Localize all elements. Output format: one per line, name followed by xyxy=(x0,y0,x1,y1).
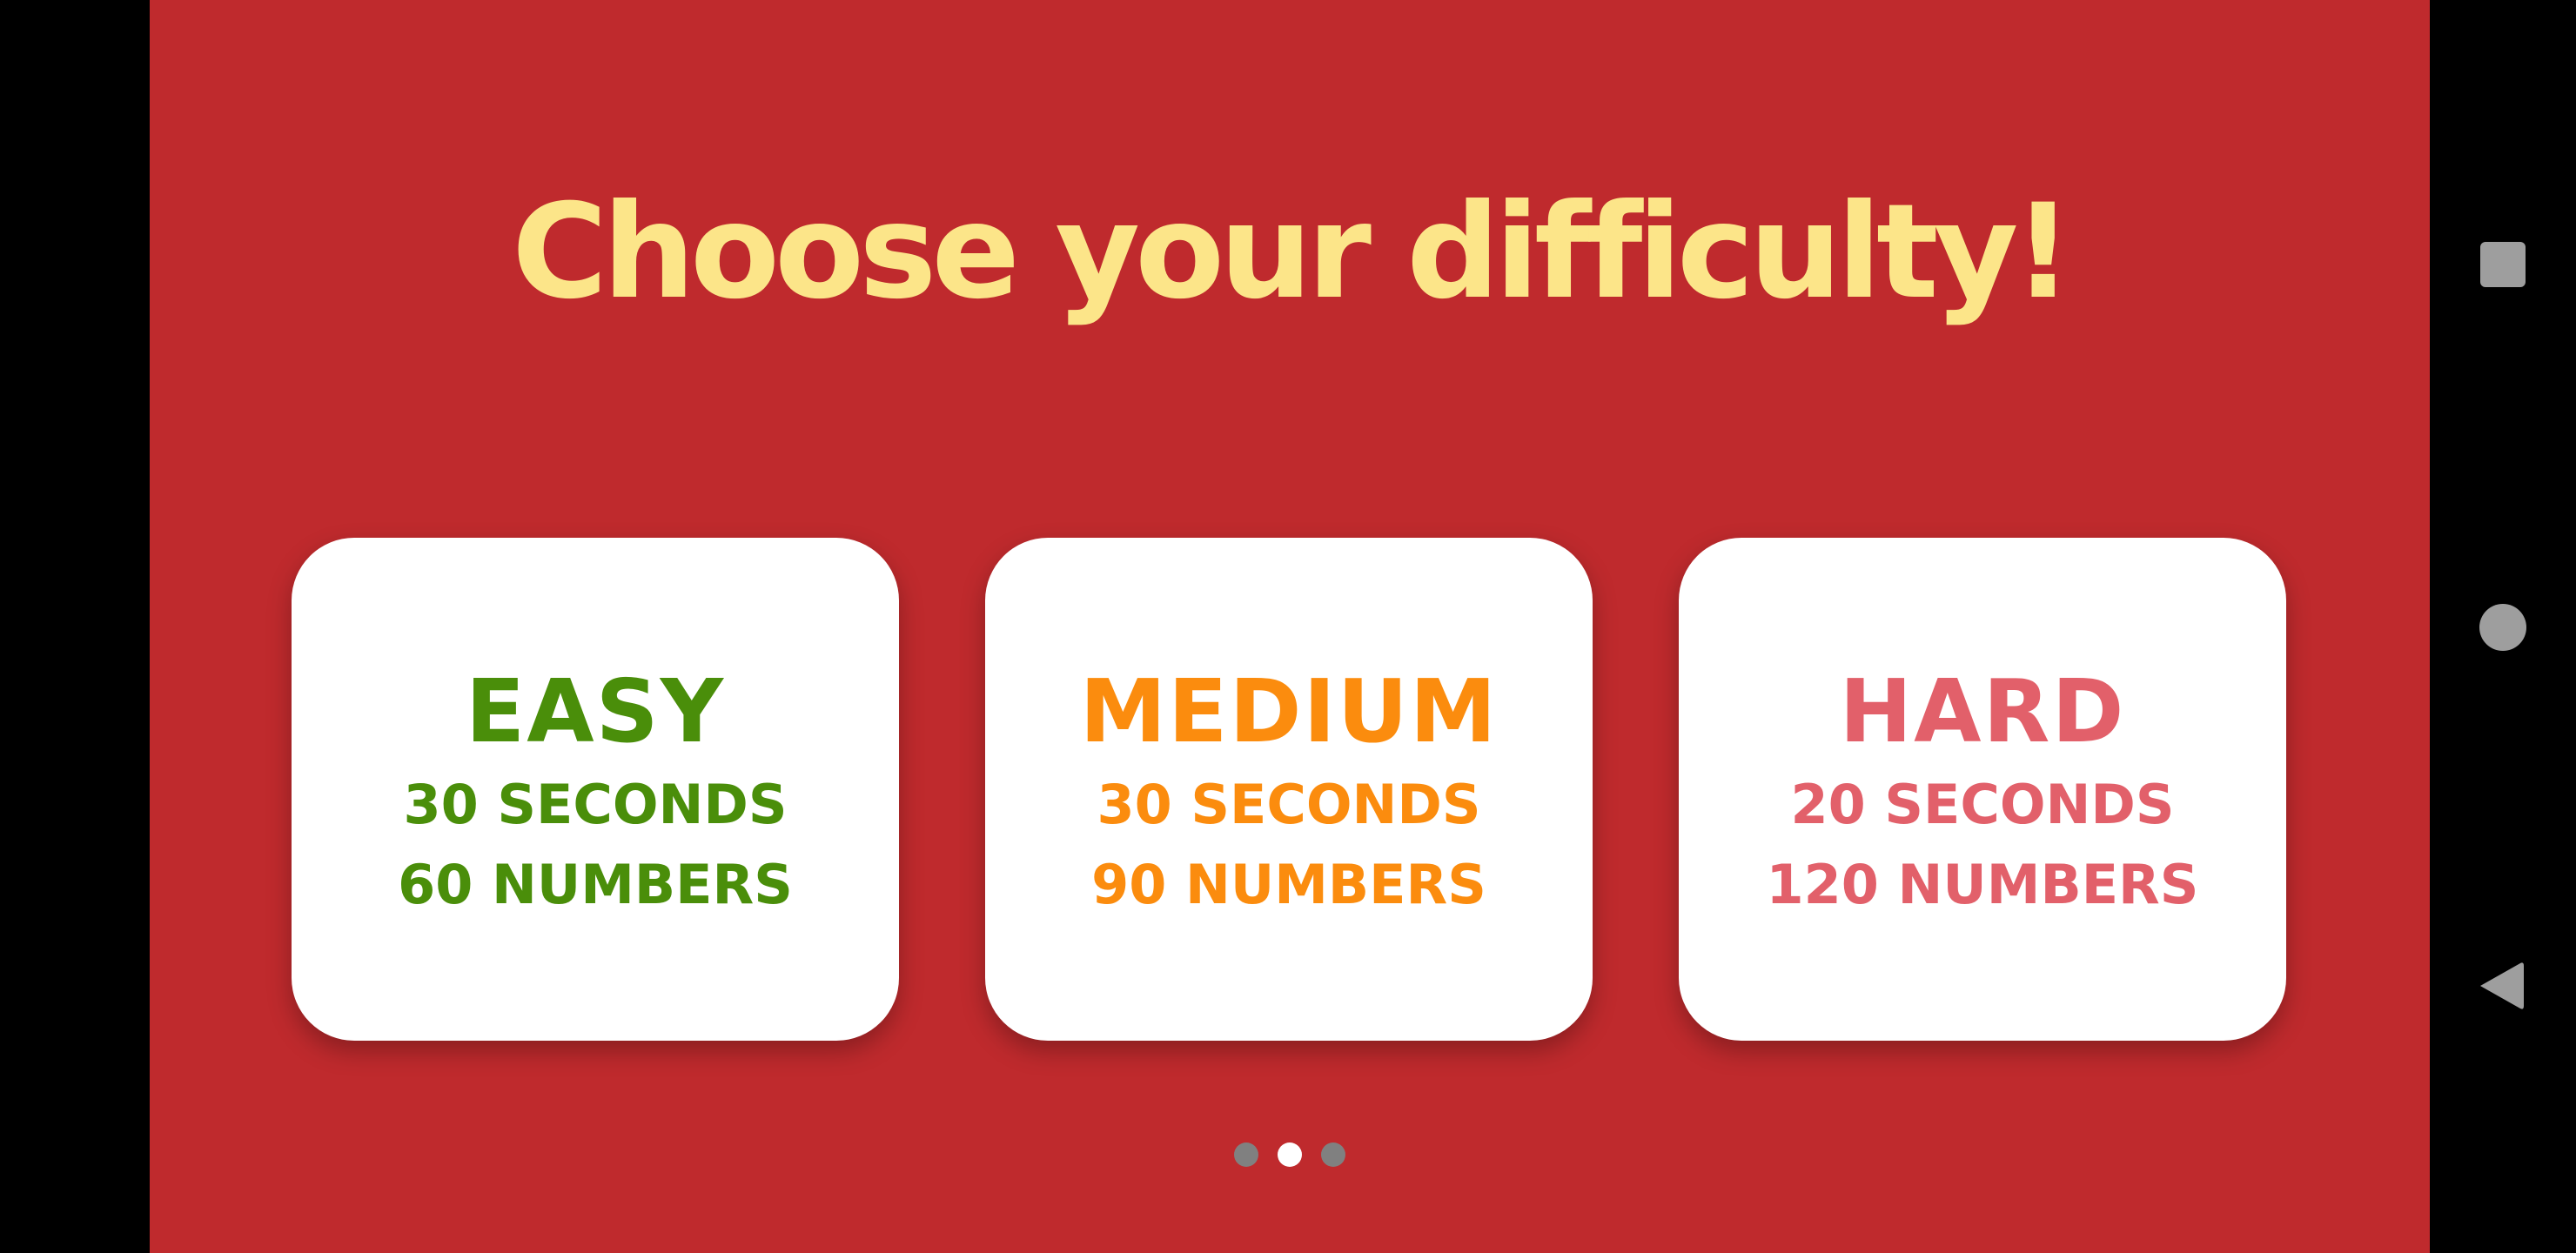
easy-numbers: 60 NUMBERS xyxy=(398,853,793,916)
left-black-bar xyxy=(0,0,150,1253)
hard-label: HARD xyxy=(1839,660,2126,762)
back-triangle-icon[interactable] xyxy=(2477,960,2526,1012)
hard-difficulty-button[interactable]: HARD 20 SECONDS 120 NUMBERS xyxy=(1679,538,2286,1041)
hard-seconds: 20 SECONDS xyxy=(1790,773,2175,836)
medium-label: MEDIUM xyxy=(1079,660,1499,762)
home-circle-icon[interactable] xyxy=(2479,604,2526,651)
page-dot[interactable] xyxy=(1321,1142,1345,1167)
medium-seconds: 30 SECONDS xyxy=(1097,773,1481,836)
page-dot[interactable] xyxy=(1278,1142,1302,1167)
page-title: Choose your difficulty! xyxy=(512,177,2073,328)
difficulty-screen: Choose your difficulty! EASY 30 SECONDS … xyxy=(150,0,2430,1253)
page-indicator xyxy=(150,1142,2430,1169)
page-dot[interactable] xyxy=(1234,1142,1258,1167)
easy-seconds: 30 SECONDS xyxy=(403,773,788,836)
medium-difficulty-button[interactable]: MEDIUM 30 SECONDS 90 NUMBERS xyxy=(985,538,1593,1041)
medium-numbers: 90 NUMBERS xyxy=(1091,853,1486,916)
recents-square-icon[interactable] xyxy=(2480,242,2526,287)
hard-numbers: 120 NUMBERS xyxy=(1766,853,2199,916)
easy-label: EASY xyxy=(465,660,726,762)
easy-difficulty-button[interactable]: EASY 30 SECONDS 60 NUMBERS xyxy=(292,538,899,1041)
